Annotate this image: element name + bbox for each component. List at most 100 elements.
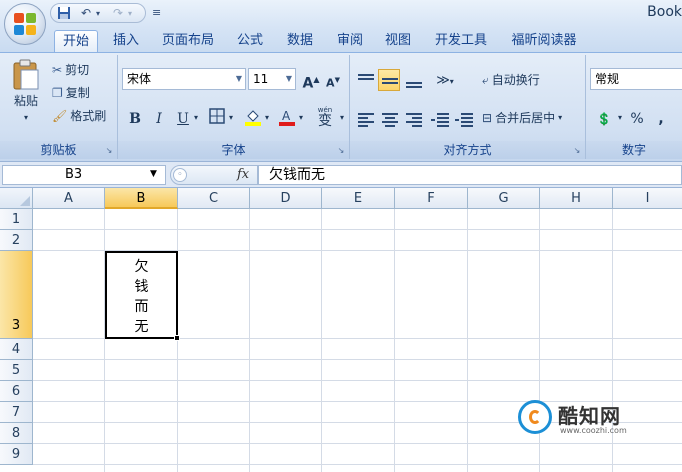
phonetic-guide-button[interactable]: wén 变: [310, 105, 340, 128]
column-header-d[interactable]: D: [250, 188, 322, 209]
bold-button[interactable]: B: [124, 107, 146, 129]
tab-data[interactable]: 数据: [278, 30, 322, 52]
row-header-2[interactable]: 2: [0, 230, 33, 251]
office-button[interactable]: [4, 3, 46, 45]
active-cell-b3[interactable]: 欠 钱 而 无: [105, 251, 180, 341]
align-right-button[interactable]: [402, 107, 424, 129]
underline-button[interactable]: U: [172, 107, 194, 129]
align-bottom-button[interactable]: [402, 69, 424, 91]
cut-button[interactable]: ✂ 剪切: [52, 59, 89, 81]
font-color-button[interactable]: A: [276, 107, 298, 129]
clipboard-launcher-icon[interactable]: ↘: [104, 146, 114, 156]
italic-button[interactable]: I: [148, 107, 170, 129]
redo-icon[interactable]: ↷: [113, 6, 123, 20]
fill-handle[interactable]: [174, 335, 180, 341]
shrink-font-button[interactable]: A▼: [322, 68, 344, 90]
font-name-dropdown-icon[interactable]: ▼: [236, 69, 242, 89]
paste-button[interactable]: 粘贴 ▾: [6, 59, 46, 129]
column-header-b[interactable]: B: [105, 188, 178, 209]
undo-icon[interactable]: ↶: [81, 6, 91, 20]
tab-insert[interactable]: 插入: [104, 30, 148, 52]
align-left-button[interactable]: [354, 107, 376, 129]
align-middle-button[interactable]: [378, 69, 400, 91]
accounting-dropdown-icon[interactable]: ▾: [618, 113, 622, 122]
number-group-label: 数字: [586, 141, 682, 159]
borders-dropdown-icon[interactable]: ▾: [229, 113, 233, 122]
grow-font-button[interactable]: A▲: [300, 68, 322, 92]
gridline: [249, 209, 250, 472]
tab-formulas[interactable]: 公式: [228, 30, 272, 52]
paste-dropdown-icon[interactable]: ▾: [24, 111, 28, 125]
font-size-combo[interactable]: 11 ▼: [248, 68, 296, 90]
number-format-combo[interactable]: 常规: [590, 68, 682, 90]
row-header-8[interactable]: 8: [0, 423, 33, 444]
orientation-dropdown-icon[interactable]: ▾: [450, 77, 454, 86]
name-box-dropdown-icon[interactable]: ▼: [150, 169, 157, 179]
customize-qat-icon[interactable]: ≡: [152, 6, 161, 19]
wrap-text-button[interactable]: ⤶ 自动换行: [482, 69, 540, 91]
column-header-g[interactable]: G: [468, 188, 540, 209]
name-box[interactable]: B3: [2, 165, 166, 185]
row-header-1[interactable]: 1: [0, 209, 33, 230]
copy-button[interactable]: ❐ 复制: [52, 82, 90, 104]
decrease-indent-button[interactable]: [428, 107, 450, 129]
alignment-label-text: 对齐方式: [443, 143, 492, 157]
formula-input[interactable]: 欠钱而无: [258, 165, 682, 185]
increase-indent-button[interactable]: [452, 107, 474, 129]
tab-page-layout[interactable]: 页面布局: [156, 30, 220, 52]
column-header-h[interactable]: H: [540, 188, 613, 209]
column-header-c[interactable]: C: [178, 188, 250, 209]
copy-label: 复制: [65, 86, 90, 100]
column-header-i[interactable]: I: [613, 188, 682, 209]
font-name-combo[interactable]: 宋体 ▼: [122, 68, 246, 90]
save-icon[interactable]: [57, 6, 71, 23]
borders-button[interactable]: [206, 107, 228, 129]
expand-icon[interactable]: ◦: [173, 168, 187, 182]
tab-home[interactable]: 开始: [54, 30, 98, 52]
currency-icon: 💲: [596, 112, 612, 126]
comma-button[interactable]: ,: [650, 107, 672, 129]
align-center-button[interactable]: [378, 107, 400, 129]
formula-controls: ◦ fx: [170, 165, 258, 185]
tab-view[interactable]: 视图: [376, 30, 420, 52]
redo-dropdown-icon[interactable]: ▾: [128, 9, 132, 18]
ribbon: 粘贴 ▾ ✂ 剪切 ❐ 复制 🖌 格式刷 剪贴板 ↘ 宋体 ▼ 11 ▼ A▲: [0, 52, 682, 162]
clipboard-label-text: 剪贴板: [40, 143, 77, 157]
column-header-f[interactable]: F: [395, 188, 468, 209]
row-header-3[interactable]: 3: [0, 251, 33, 339]
number-format-value: 常规: [595, 72, 620, 86]
gridline: [321, 209, 322, 472]
watermark: 酷知网 www.coozhi.com: [512, 398, 662, 446]
row-header-7[interactable]: 7: [0, 402, 33, 423]
font-color-dropdown-icon[interactable]: ▾: [299, 113, 303, 122]
insert-function-icon[interactable]: fx: [237, 167, 249, 182]
row-header-6[interactable]: 6: [0, 381, 33, 402]
watermark-logo-icon: [518, 400, 552, 434]
tab-review[interactable]: 审阅: [328, 30, 372, 52]
fill-color-button[interactable]: [242, 107, 264, 129]
merge-dropdown-icon[interactable]: ▾: [558, 107, 562, 129]
column-header-a[interactable]: A: [33, 188, 105, 209]
fill-color-dropdown-icon[interactable]: ▾: [265, 113, 269, 122]
undo-dropdown-icon[interactable]: ▾: [96, 9, 100, 18]
column-header-e[interactable]: E: [322, 188, 395, 209]
row-header-5[interactable]: 5: [0, 360, 33, 381]
row-header-4[interactable]: 4: [0, 339, 33, 360]
phonetic-dropdown-icon[interactable]: ▾: [340, 113, 344, 122]
tab-foxit-reader[interactable]: 福昕阅读器: [502, 30, 586, 52]
orientation-button[interactable]: ≫▾: [430, 69, 460, 91]
percent-button[interactable]: %: [626, 107, 648, 129]
font-launcher-icon[interactable]: ↘: [336, 146, 346, 156]
accounting-format-button[interactable]: 💲: [590, 107, 618, 129]
alignment-group-label: 对齐方式 ↘: [350, 141, 585, 159]
select-all-button[interactable]: [0, 188, 33, 209]
font-size-dropdown-icon[interactable]: ▼: [286, 69, 292, 89]
gridline: [394, 209, 395, 472]
underline-dropdown-icon[interactable]: ▾: [194, 113, 198, 122]
merge-center-button[interactable]: ⊟ 合并后居中 ▾: [482, 107, 562, 129]
alignment-launcher-icon[interactable]: ↘: [572, 146, 582, 156]
align-top-button[interactable]: [354, 69, 376, 91]
tab-developer[interactable]: 开发工具: [428, 30, 494, 52]
format-painter-button[interactable]: 🖌 格式刷: [52, 105, 106, 127]
row-header-9[interactable]: 9: [0, 444, 33, 465]
